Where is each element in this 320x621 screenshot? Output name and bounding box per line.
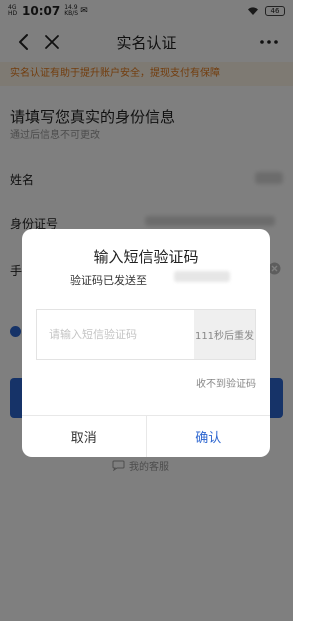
no-code-link[interactable]: 收不到验证码 (196, 375, 256, 390)
dialog-footer: 取消 确认 (22, 415, 270, 457)
dialog-subtitle: 验证码已发送至 (70, 274, 147, 287)
dialog-title: 输入短信验证码 (93, 248, 199, 266)
confirm-button[interactable]: 确认 (147, 416, 271, 457)
sms-code-input[interactable] (37, 310, 194, 359)
cancel-button[interactable]: 取消 (22, 416, 147, 457)
masked-phone-number (174, 271, 230, 282)
code-input-group: 111秒后重发 (36, 309, 256, 360)
resend-countdown-button[interactable]: 111秒后重发 (194, 310, 255, 359)
sms-verification-dialog: 输入短信验证码 验证码已发送至 111秒后重发 收不到验证码 取消 确认 (22, 229, 270, 457)
